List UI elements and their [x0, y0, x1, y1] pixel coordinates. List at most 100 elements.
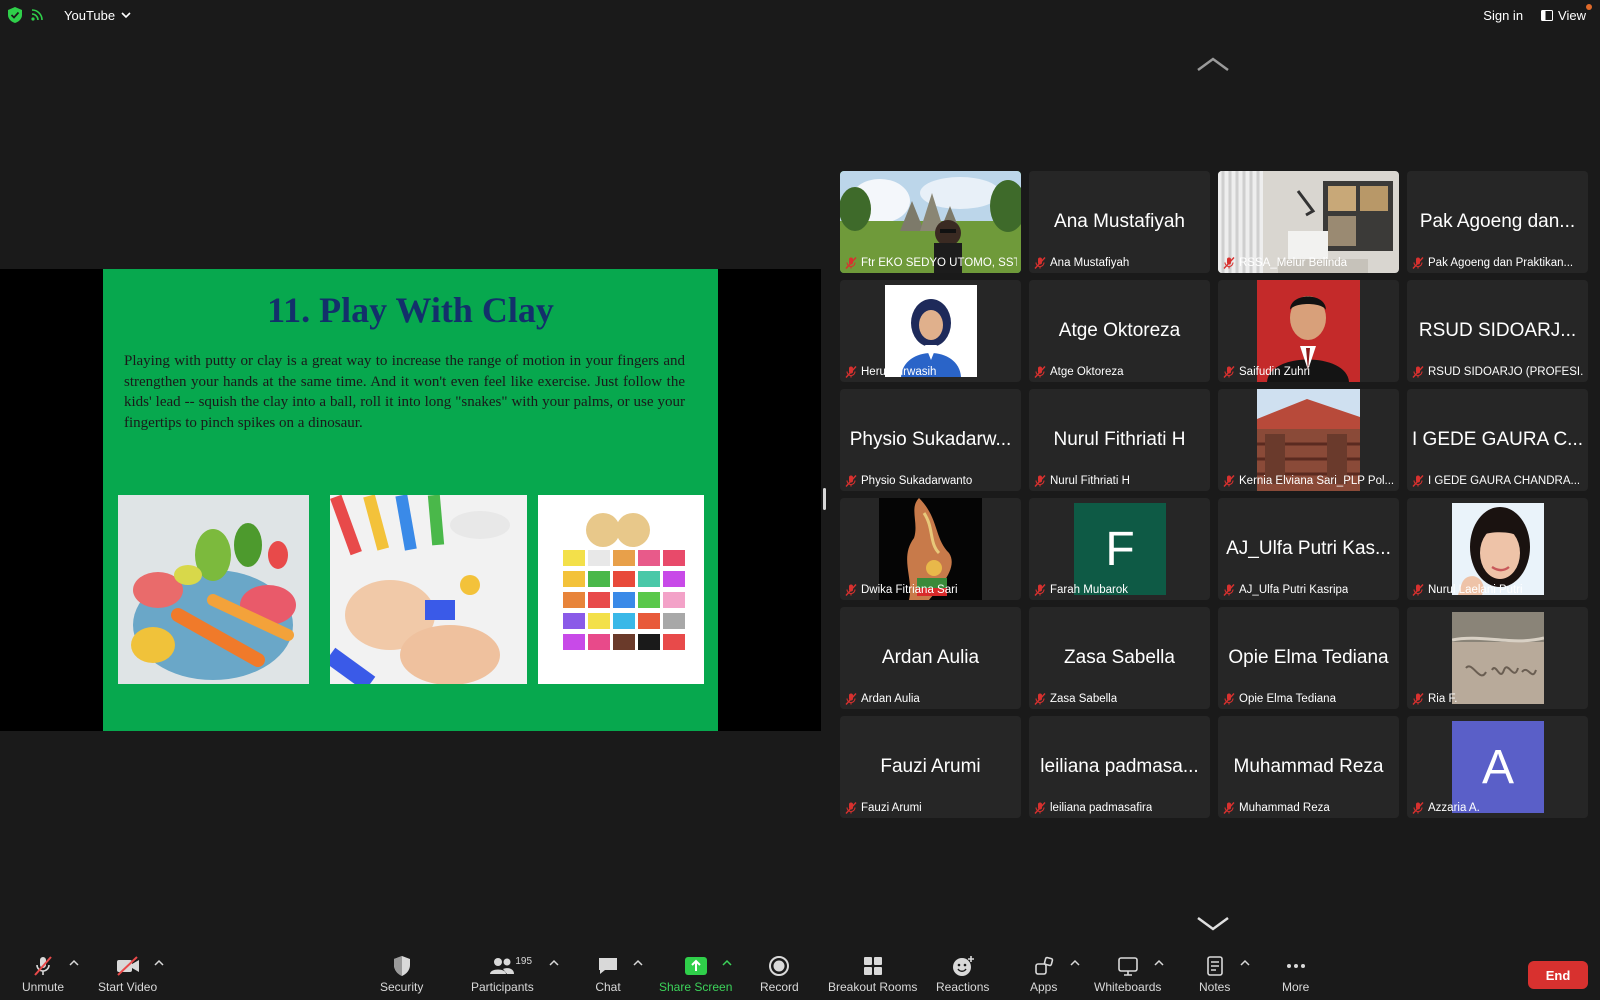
record-button[interactable]: Record	[760, 955, 799, 994]
mic-muted-icon	[845, 475, 857, 487]
start-video-button[interactable]: Start Video	[98, 955, 157, 994]
participants-label: Participants	[471, 980, 534, 994]
end-meeting-button[interactable]: End	[1528, 961, 1588, 989]
mic-muted-icon	[1223, 802, 1235, 814]
record-label: Record	[760, 980, 799, 994]
participant-tile[interactable]: leiliana padmasa... leiliana padmasafira	[1029, 716, 1210, 818]
participant-tile[interactable]: Ardan Aulia Ardan Aulia	[840, 607, 1021, 709]
participant-tile[interactable]: Dwika Fitriana Sari	[840, 498, 1021, 600]
view-label: View	[1558, 8, 1586, 23]
participant-gallery: Ftr EKO SEDYO UTOMO, SST Ana Mustafiyah An…	[840, 171, 1589, 818]
chevron-down-icon	[121, 11, 131, 18]
security-button[interactable]: Security	[380, 955, 423, 994]
participant-tile[interactable]: Nurul Laelani Putri	[1407, 498, 1588, 600]
participant-name: Ftr EKO SEDYO UTOMO, SST	[861, 257, 1017, 269]
breakout-rooms-icon	[863, 957, 882, 975]
reactions-button[interactable]: Reactions	[936, 955, 989, 994]
whiteboards-options-caret-icon[interactable]	[1154, 959, 1164, 967]
audio-options-caret-icon[interactable]	[69, 959, 79, 967]
participant-tile[interactable]: Ftr EKO SEDYO UTOMO, SST	[840, 171, 1021, 273]
participant-tile[interactable]: AJ_Ulfa Putri Kas... AJ_Ulfa Putri Kasrip…	[1218, 498, 1399, 600]
live-stream-icon[interactable]	[30, 8, 44, 22]
participant-tile[interactable]: Pak Agoeng dan... Pak Agoeng dan Praktika…	[1407, 171, 1588, 273]
video-options-caret-icon[interactable]	[154, 959, 164, 967]
mic-muted-icon	[1412, 475, 1424, 487]
apps-label: Apps	[1030, 980, 1058, 994]
view-button[interactable]: View	[1541, 4, 1592, 23]
notes-button[interactable]: Notes	[1199, 955, 1230, 994]
participant-name-label: Kernia Elviana Sari_PLP Pol...	[1223, 475, 1394, 487]
participant-tile[interactable]: Fauzi Arumi Fauzi Arumi	[840, 716, 1021, 818]
participant-name-label: RSSA_Melur Belinda	[1223, 257, 1347, 269]
slide-body-text: Playing with putty or clay is a great wa…	[124, 353, 685, 431]
participant-name: Ana Mustafiyah	[1050, 257, 1130, 269]
sign-in-link[interactable]: Sign in	[1483, 8, 1523, 23]
more-label: More	[1282, 980, 1310, 994]
participant-tile[interactable]: Opie Elma Tediana Opie Elma Tediana	[1218, 607, 1399, 709]
reactions-label: Reactions	[936, 980, 990, 994]
mic-muted-icon	[1034, 584, 1046, 596]
participant-tile[interactable]: Kernia Elviana Sari_PLP Pol...	[1218, 389, 1399, 491]
unmute-button[interactable]: Unmute	[22, 955, 64, 994]
chat-options-caret-icon[interactable]	[633, 959, 643, 967]
kid-playing-clay-image	[330, 495, 527, 684]
participant-name-label: Saifudin Zuhri	[1223, 366, 1310, 378]
live-app-select[interactable]: YouTube	[64, 8, 131, 23]
participant-tile[interactable]: Physio Sukadarw... Physio Sukadarwanto	[840, 389, 1021, 491]
participant-tile[interactable]: Heru Purwasih	[840, 280, 1021, 382]
start-video-label: Start Video	[98, 980, 158, 994]
participant-avatar: F	[1074, 503, 1166, 595]
participant-name: Dwika Fitriana Sari	[861, 584, 958, 596]
top-left-group: YouTube	[8, 7, 131, 23]
participant-tile[interactable]: Saifudin Zuhri	[1218, 280, 1399, 382]
participant-avatar: A	[1452, 721, 1544, 813]
whiteboards-button[interactable]: Whiteboards	[1094, 955, 1161, 994]
notification-dot	[1586, 4, 1592, 10]
chat-button[interactable]: Chat	[595, 955, 621, 994]
participant-tile[interactable]: RSSA_Melur Belinda	[1218, 171, 1399, 273]
participant-tile[interactable]: RSUD SIDOARJ... RSUD SIDOARJO (PROFESI...	[1407, 280, 1588, 382]
participant-tile[interactable]: F Farah Mubarok	[1029, 498, 1210, 600]
mic-muted-icon	[34, 956, 52, 976]
gallery-scroll-down-icon[interactable]	[1196, 916, 1230, 932]
participant-name: I GEDE GAURA CHANDRA...	[1428, 475, 1581, 487]
participant-name: Opie Elma Tediana	[1239, 693, 1336, 705]
participant-tile[interactable]: Ana Mustafiyah Ana Mustafiyah	[1029, 171, 1210, 273]
gallery-scroll-up-icon[interactable]	[1196, 56, 1230, 72]
participant-tile[interactable]: Atge Oktoreza Atge Oktoreza	[1029, 280, 1210, 382]
participant-name-label: Fauzi Arumi	[845, 802, 922, 814]
participants-options-caret-icon[interactable]	[549, 959, 559, 967]
mic-muted-icon	[1034, 693, 1046, 705]
participant-name-label: Opie Elma Tediana	[1223, 693, 1336, 705]
encryption-shield-icon[interactable]	[8, 7, 22, 23]
share-screen-icon	[684, 957, 707, 975]
participant-name-label: Zasa Sabella	[1034, 693, 1117, 705]
share-options-caret-icon[interactable]	[722, 959, 732, 967]
participant-tile[interactable]: Zasa Sabella Zasa Sabella	[1029, 607, 1210, 709]
notes-options-caret-icon[interactable]	[1240, 959, 1250, 967]
participant-name-label: AJ_Ulfa Putri Kasripa	[1223, 584, 1348, 596]
participant-tile[interactable]: Ria F.	[1407, 607, 1588, 709]
more-button[interactable]: More	[1282, 955, 1309, 994]
mic-muted-icon	[1223, 584, 1235, 596]
participant-name-label: Ftr EKO SEDYO UTOMO, SST	[845, 257, 1017, 269]
split-resize-handle[interactable]	[823, 488, 826, 510]
participant-name: RSSA_Melur Belinda	[1239, 257, 1348, 269]
mic-muted-icon	[1412, 366, 1424, 378]
participant-tile[interactable]: I GEDE GAURA C... I GEDE GAURA CHANDRA...	[1407, 389, 1588, 491]
participants-button[interactable]: 195 Participants	[471, 955, 534, 994]
participant-tile[interactable]: A Azzaria A.	[1407, 716, 1588, 818]
participant-name: Ardan Aulia	[861, 693, 920, 705]
view-grid-icon	[1541, 10, 1554, 21]
mic-muted-icon	[1223, 475, 1235, 487]
apps-button[interactable]: Apps	[1030, 955, 1057, 994]
participant-name-label: Physio Sukadarwanto	[845, 475, 972, 487]
apps-options-caret-icon[interactable]	[1070, 959, 1080, 967]
mic-muted-icon	[1412, 693, 1424, 705]
meeting-toolbar: Unmute Start Video Security 195 Particip…	[0, 949, 1600, 1000]
participant-tile[interactable]: Nurul Fithriati H Nurul Fithriati H	[1029, 389, 1210, 491]
participant-name-label: Heru Purwasih	[845, 366, 936, 378]
breakout-rooms-button[interactable]: Breakout Rooms	[828, 955, 917, 994]
participant-tile[interactable]: Muhammad Reza Muhammad Reza	[1218, 716, 1399, 818]
mic-muted-icon	[1034, 475, 1046, 487]
